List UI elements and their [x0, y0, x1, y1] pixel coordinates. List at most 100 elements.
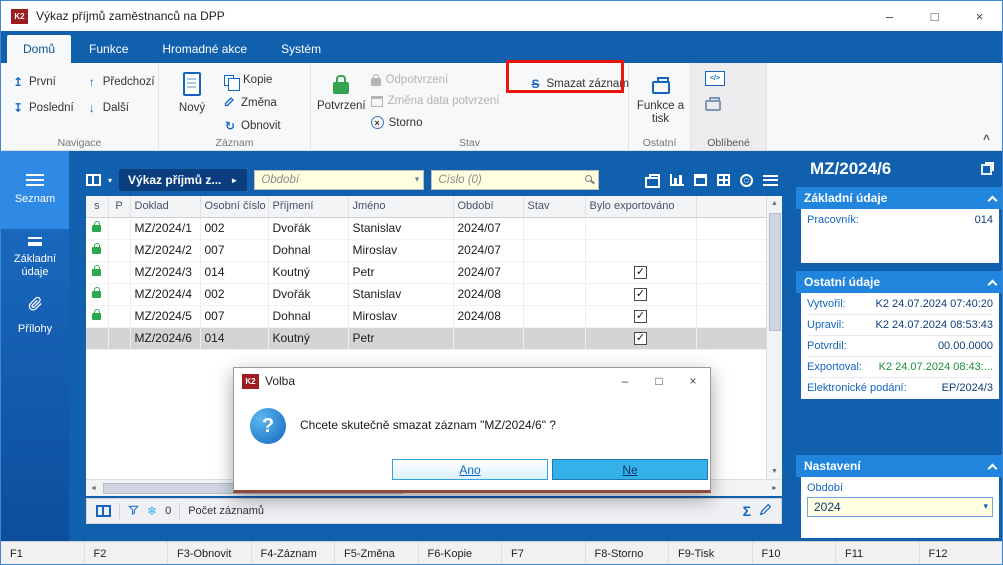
columns-icon[interactable]: [717, 174, 730, 186]
scroll-down-icon[interactable]: ▼: [767, 464, 782, 479]
pencil-icon[interactable]: [759, 503, 772, 519]
maximize-button[interactable]: □: [912, 1, 957, 31]
fkey-f1[interactable]: F1: [1, 542, 85, 564]
ribbon-collapse-button[interactable]: ^: [983, 132, 990, 146]
fkey-f3[interactable]: F3-Obnovit: [168, 542, 252, 564]
last-button[interactable]: ↧ Poslední: [7, 99, 79, 117]
exported-checkbox[interactable]: ✓: [634, 288, 647, 302]
tab-funkce[interactable]: Funkce: [73, 35, 144, 63]
view-dropdown-icon[interactable]: ▾: [108, 176, 112, 185]
arrow-down-icon: ↓: [88, 101, 95, 115]
sidebar-item-seznam[interactable]: Seznam: [1, 151, 69, 229]
sidebar-item-prilohy[interactable]: Přílohy: [1, 287, 69, 345]
scroll-left-icon[interactable]: ◄: [86, 481, 101, 496]
column-header-osobni-cislo[interactable]: Osobní číslo: [200, 196, 269, 218]
unconfirm-button[interactable]: Odpotvrzení: [366, 72, 505, 88]
open-in-window-icon[interactable]: [981, 161, 994, 175]
p-cell: [108, 217, 131, 240]
panel-layout-icon[interactable]: [96, 505, 111, 517]
gray-lock-icon: [370, 73, 381, 86]
exported-checkbox[interactable]: ✓: [634, 266, 647, 280]
window-controls: – □ ×: [867, 1, 1002, 31]
fkey-f6[interactable]: F6-Kopie: [419, 542, 502, 564]
next-button[interactable]: ↓ Další: [81, 99, 160, 117]
column-header-jmeno[interactable]: Jméno: [348, 196, 454, 218]
section-zakladni-udaje[interactable]: Základní údaje: [796, 187, 1002, 209]
exported-checkbox[interactable]: ✓: [634, 332, 647, 346]
sidebar-item-label: Přílohy: [17, 322, 53, 335]
vertical-scrollbar[interactable]: ▲ ▼: [766, 196, 782, 479]
favorite-script-button[interactable]: </>: [705, 71, 725, 86]
functions-print-button[interactable]: Funkce a tisk: [635, 69, 686, 126]
column-header-p[interactable]: P: [108, 196, 131, 218]
fkey-f8[interactable]: F8-Storno: [586, 542, 669, 564]
first-button[interactable]: ↥ První: [7, 73, 79, 91]
scroll-up-icon[interactable]: ▲: [767, 196, 782, 211]
menu-icon[interactable]: [763, 174, 778, 186]
yes-button[interactable]: Ano: [392, 459, 548, 480]
column-header-obdobi[interactable]: Období: [453, 196, 524, 218]
view-title-pill[interactable]: Výkaz příjmů z... ►: [119, 169, 248, 191]
print-icon[interactable]: [645, 173, 660, 188]
storno-button[interactable]: × Storno: [366, 114, 505, 131]
fkey-f4[interactable]: F4-Záznam: [252, 542, 335, 564]
sidebar-item-zakladni-udaje[interactable]: Základní údaje: [1, 229, 69, 287]
book-view-icon[interactable]: [86, 174, 101, 186]
sum-icon[interactable]: Σ: [743, 503, 751, 519]
dialog-maximize-button[interactable]: □: [642, 368, 676, 394]
filter-funnel-icon[interactable]: [128, 504, 139, 519]
fkey-f7[interactable]: F7: [502, 542, 586, 564]
period-dropdown-icon[interactable]: ▾: [983, 501, 988, 512]
change-button[interactable]: Změna: [219, 93, 286, 112]
close-button[interactable]: ×: [957, 1, 1002, 31]
section-nastaveni[interactable]: Nastavení: [796, 455, 1002, 477]
chart-icon[interactable]: [670, 174, 684, 186]
prijmeni-cell: Koutný: [268, 261, 349, 284]
tab-hromadne-akce[interactable]: Hromadné akce: [146, 35, 263, 63]
minimize-button[interactable]: –: [867, 1, 912, 31]
copy-button[interactable]: Kopie: [219, 72, 286, 91]
tab-domu[interactable]: Domů: [7, 35, 72, 63]
fkey-f2[interactable]: F2: [85, 542, 168, 564]
dialog-close-button[interactable]: ×: [676, 368, 710, 394]
previous-button[interactable]: ↑ Předchozí: [81, 73, 160, 91]
gear-icon[interactable]: [740, 173, 753, 187]
dialog-minimize-button[interactable]: –: [608, 368, 642, 394]
settings-box: Období ▾: [801, 477, 999, 538]
period-filter-input[interactable]: [254, 170, 425, 190]
exported-checkbox[interactable]: ✓: [634, 310, 647, 324]
confirm-button[interactable]: Potvrzení: [317, 69, 366, 113]
number-filter-input[interactable]: [431, 170, 600, 190]
filler-cell: [696, 327, 766, 350]
change-confirm-date-button[interactable]: Změna data potvrzení: [366, 93, 505, 109]
table-row[interactable]: MZ/2024/4 002 Dvořák Stanislav 2024/08 ✓: [86, 283, 766, 306]
column-header-doklad[interactable]: Doklad: [130, 196, 201, 218]
table-row[interactable]: MZ/2024/3 014 Koutný Petr 2024/07 ✓: [86, 261, 766, 284]
fkey-f9[interactable]: F9-Tisk: [669, 542, 753, 564]
new-button[interactable]: Nový: [165, 69, 219, 115]
table-row[interactable]: MZ/2024/5 007 Dohnal Miroslav 2024/08 ✓: [86, 305, 766, 328]
refresh-button[interactable]: ↻ Obnovit: [219, 117, 286, 135]
table-row-selected[interactable]: MZ/2024/6 014 Koutný Petr ✓: [86, 327, 766, 350]
scroll-right-icon[interactable]: ►: [767, 481, 782, 496]
no-button[interactable]: Ne: [552, 459, 708, 480]
delete-record-button[interactable]: S Smazat záznam: [524, 75, 633, 93]
tab-system[interactable]: Systém: [265, 35, 337, 63]
table-row[interactable]: MZ/2024/2 007 Dohnal Miroslav 2024/07 ✓: [86, 239, 766, 262]
vertical-scrollbar-thumb[interactable]: [768, 213, 781, 331]
column-header-s[interactable]: s: [86, 196, 109, 218]
snowflake-filter-icon[interactable]: ❄: [147, 504, 157, 518]
period-input[interactable]: [807, 497, 993, 517]
fkey-f5[interactable]: F5-Změna: [335, 542, 419, 564]
favorite-print-button[interactable]: [705, 97, 721, 111]
column-header-prijmeni[interactable]: Příjmení: [268, 196, 349, 218]
table-row[interactable]: MZ/2024/1 002 Dvořák Stanislav 2024/07 ✓: [86, 217, 766, 240]
fkey-f12[interactable]: F12: [920, 542, 1003, 564]
fkey-f10[interactable]: F10: [753, 542, 836, 564]
column-header-bylo-exportovano[interactable]: Bylo exportováno: [585, 196, 697, 218]
period-filter-dropdown-icon[interactable]: ▾: [415, 174, 420, 185]
fkey-f11[interactable]: F11: [836, 542, 920, 564]
calendar-icon[interactable]: [694, 174, 707, 186]
section-ostatni-udaje[interactable]: Ostatní údaje: [796, 271, 1002, 293]
column-header-stav[interactable]: Stav: [523, 196, 586, 218]
